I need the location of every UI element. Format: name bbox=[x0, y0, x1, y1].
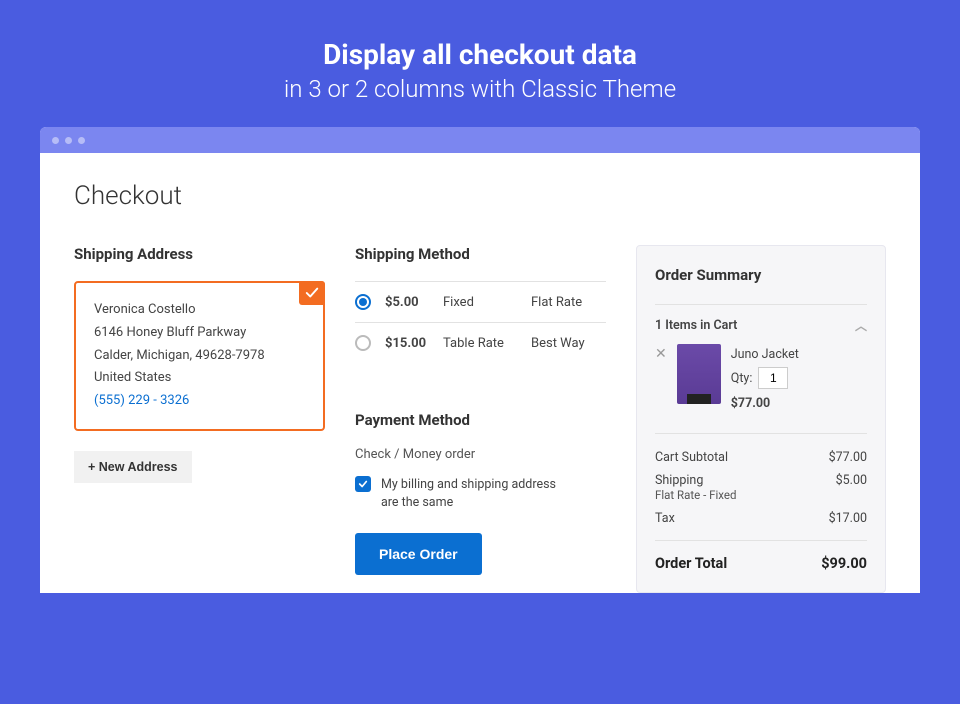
shipping-label: Shipping bbox=[655, 473, 703, 488]
billing-same-checkbox-row[interactable]: My billing and shipping address are the … bbox=[355, 476, 606, 511]
item-name: Juno Jacket bbox=[731, 344, 867, 365]
address-street: 6146 Honey Bluff Parkway bbox=[94, 322, 305, 345]
window-dot bbox=[65, 137, 72, 144]
items-count: 1 Items in Cart bbox=[655, 318, 737, 333]
window-titlebar bbox=[40, 127, 920, 153]
order-summary: Order Summary 1 Items in Cart ︿ ✕ Juno J… bbox=[636, 245, 886, 593]
place-order-button[interactable]: Place Order bbox=[355, 533, 482, 575]
address-card[interactable]: Veronica Costello 6146 Honey Bluff Parkw… bbox=[74, 281, 325, 431]
address-phone[interactable]: (555) 229 - 3326 bbox=[94, 390, 305, 413]
hero-banner: Display all checkout data in 3 or 2 colu… bbox=[0, 0, 960, 127]
radio-icon[interactable] bbox=[355, 335, 371, 351]
billing-same-label: My billing and shipping address are the … bbox=[381, 476, 561, 511]
selected-check-icon bbox=[299, 281, 325, 305]
shipping-option[interactable]: $5.00 Fixed Flat Rate bbox=[355, 281, 606, 322]
remove-item-icon[interactable]: ✕ bbox=[655, 346, 667, 362]
shipping-value: $5.00 bbox=[836, 473, 867, 503]
radio-icon[interactable] bbox=[355, 294, 371, 310]
address-name: Veronica Costello bbox=[94, 299, 305, 322]
qty-input[interactable] bbox=[758, 367, 788, 389]
window-dot bbox=[78, 137, 85, 144]
shipping-address-title: Shipping Address bbox=[74, 245, 325, 263]
tax-value: $17.00 bbox=[829, 511, 867, 526]
payment-type: Check / Money order bbox=[355, 447, 606, 462]
shipping-price: $5.00 bbox=[385, 295, 443, 310]
new-address-button[interactable]: + New Address bbox=[74, 451, 192, 483]
shipping-carrier: Best Way bbox=[531, 336, 585, 351]
cart-item: ✕ Juno Jacket Qty: $77.00 bbox=[655, 344, 867, 415]
product-thumbnail bbox=[677, 344, 721, 404]
hero-subtitle: in 3 or 2 columns with Classic Theme bbox=[0, 75, 960, 103]
chevron-up-icon: ︿ bbox=[855, 317, 867, 334]
summary-title: Order Summary bbox=[655, 266, 867, 284]
shipping-sublabel: Flat Rate - Fixed bbox=[655, 488, 736, 502]
order-total-label: Order Total bbox=[655, 555, 727, 572]
checkbox-checked-icon[interactable] bbox=[355, 476, 371, 492]
hero-title: Display all checkout data bbox=[0, 38, 960, 71]
address-country: United States bbox=[94, 367, 305, 390]
page-title: Checkout bbox=[74, 181, 886, 211]
browser-window: Checkout Shipping Address Veronica Coste… bbox=[40, 127, 920, 593]
shipping-price: $15.00 bbox=[385, 336, 443, 351]
item-price: $77.00 bbox=[731, 393, 867, 414]
shipping-carrier: Flat Rate bbox=[531, 295, 582, 310]
shipping-option[interactable]: $15.00 Table Rate Best Way bbox=[355, 322, 606, 363]
qty-label: Qty: bbox=[731, 368, 753, 389]
tax-label: Tax bbox=[655, 511, 675, 526]
payment-method-title: Payment Method bbox=[355, 411, 606, 429]
address-city: Calder, Michigan, 49628-7978 bbox=[94, 345, 305, 368]
shipping-method-title: Shipping Method bbox=[355, 245, 606, 263]
subtotal-value: $77.00 bbox=[829, 450, 867, 465]
cart-items-toggle[interactable]: 1 Items in Cart ︿ bbox=[655, 304, 867, 334]
shipping-type: Fixed bbox=[443, 295, 531, 310]
order-total-value: $99.00 bbox=[821, 555, 867, 572]
shipping-type: Table Rate bbox=[443, 336, 531, 351]
window-dot bbox=[52, 137, 59, 144]
subtotal-label: Cart Subtotal bbox=[655, 450, 728, 465]
